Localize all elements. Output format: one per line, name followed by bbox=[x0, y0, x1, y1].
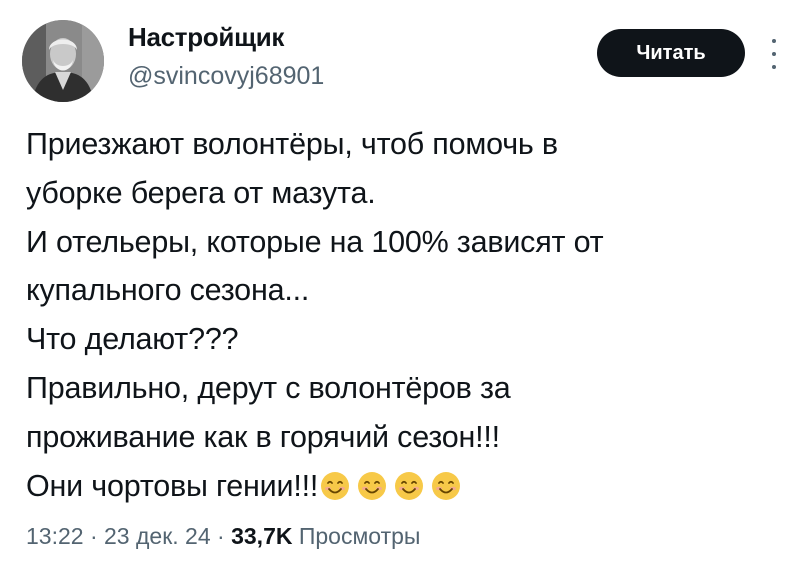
more-vertical-icon[interactable] bbox=[770, 39, 778, 69]
tweet-line: Что делают??? bbox=[26, 322, 239, 357]
tweet-line: И отельеры, которые на 100% зависят от bbox=[26, 224, 604, 259]
follow-button[interactable]: Читать bbox=[597, 29, 745, 77]
smiling-face-emoji-icon bbox=[395, 471, 424, 500]
views-label: Просмотры bbox=[292, 523, 421, 549]
tweet-line: Приезжают волонтёры, чтоб помочь в bbox=[26, 127, 558, 161]
meta-separator: · bbox=[210, 523, 232, 549]
author-display-name[interactable]: Настройщик bbox=[128, 22, 284, 53]
tweet-time[interactable]: 13:22 bbox=[26, 523, 84, 549]
tweet-line: купального сезона... bbox=[26, 273, 310, 308]
tweet-line: Они чортовы гении!!! bbox=[26, 468, 319, 503]
tweet-text: Приезжают волонтёры, чтоб помочь в уборк… bbox=[26, 120, 786, 510]
tweet-line: проживание как в горячий сезон!!! bbox=[26, 419, 500, 454]
views-count: 33,7K bbox=[231, 523, 293, 549]
tweet-line-last: Они чортовы гении!!! bbox=[26, 462, 786, 511]
tweet-line: Правильно, дерут с волонтёров за bbox=[26, 370, 511, 405]
tweet-line: уборке берега от мазута. bbox=[26, 175, 376, 210]
tweet-card: Настройщик @svincovyj68901 Читать Приезж… bbox=[0, 0, 800, 575]
meta-separator: · bbox=[83, 523, 105, 549]
avatar[interactable] bbox=[22, 20, 104, 102]
smiling-face-emoji-icon bbox=[321, 471, 350, 500]
tweet-meta: 13:22 · 23 дек. 24 · 33,7K Просмотры bbox=[26, 523, 420, 550]
smiling-face-emoji-icon bbox=[358, 471, 387, 500]
tweet-date[interactable]: 23 дек. 24 bbox=[104, 523, 211, 549]
emoji-group bbox=[318, 469, 461, 503]
author-handle[interactable]: @svincovyj68901 bbox=[128, 62, 324, 91]
smiling-face-emoji-icon bbox=[432, 471, 461, 500]
